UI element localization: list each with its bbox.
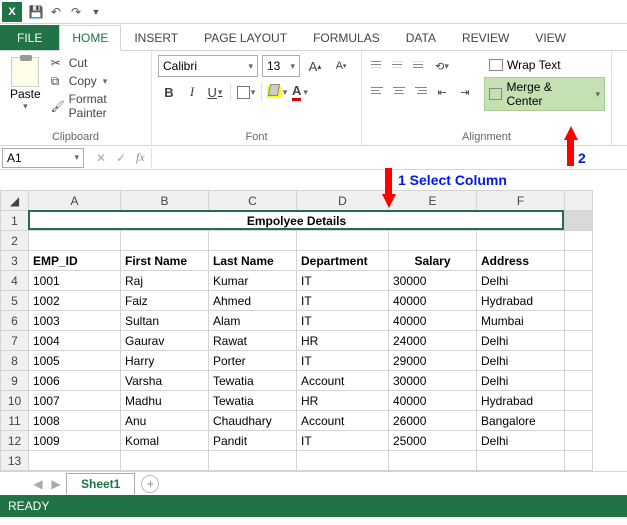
fill-color-icon	[267, 86, 281, 98]
table-row[interactable]: 1 Empolyee Details	[1, 211, 593, 231]
wrap-text-button[interactable]: Wrap Text	[484, 55, 605, 75]
table-row[interactable]: 81005HarryPorterIT29000Delhi	[1, 351, 593, 371]
row-header[interactable]: 7	[1, 331, 29, 351]
undo-icon[interactable]: ↶	[46, 2, 66, 22]
row-header[interactable]: 5	[1, 291, 29, 311]
merge-center-button[interactable]: Merge & Center▾	[484, 77, 605, 111]
tab-home[interactable]: HOME	[59, 25, 121, 51]
paste-icon	[11, 57, 39, 87]
group-label-font: Font	[158, 129, 355, 143]
sheet-tab[interactable]: Sheet1	[66, 473, 135, 494]
row-header[interactable]: 4	[1, 271, 29, 291]
row-header[interactable]: 10	[1, 391, 29, 411]
table-row[interactable]: 2	[1, 231, 593, 251]
table-row[interactable]: 71004GauravRawatHR24000Delhi	[1, 331, 593, 351]
underline-button[interactable]: U▾	[204, 81, 226, 103]
border-icon	[237, 86, 250, 99]
qat-customize-icon[interactable]: ▼	[86, 2, 106, 22]
font-color-icon: A	[292, 83, 301, 101]
redo-icon[interactable]: ↷	[66, 2, 86, 22]
format-painter-icon	[51, 99, 65, 113]
table-row[interactable]: 13	[1, 451, 593, 471]
orientation-button[interactable]: ⟲▾	[431, 55, 453, 77]
enter-icon[interactable]: ✓	[112, 149, 130, 167]
cancel-icon[interactable]: ✕	[92, 149, 110, 167]
status-text: READY	[8, 499, 49, 513]
tab-data[interactable]: DATA	[393, 25, 449, 50]
table-row[interactable]: 121009KomalPanditIT25000Delhi	[1, 431, 593, 451]
row-header[interactable]: 9	[1, 371, 29, 391]
border-button[interactable]: ▾	[235, 81, 257, 103]
row-header[interactable]: 3	[1, 251, 29, 271]
italic-button[interactable]: I	[181, 81, 203, 103]
col-header-extra[interactable]	[565, 191, 593, 211]
font-size-combo[interactable]: 13▾	[262, 55, 300, 77]
col-header-B[interactable]: B	[121, 191, 209, 211]
merged-title-cell[interactable]: Empolyee Details	[29, 211, 565, 231]
align-middle-button[interactable]	[389, 55, 409, 73]
fill-color-button[interactable]: ▾	[266, 81, 288, 103]
fx-icon[interactable]: fx	[136, 150, 145, 165]
align-right-button[interactable]	[410, 81, 430, 99]
col-header-E[interactable]: E	[389, 191, 477, 211]
col-header-F[interactable]: F	[477, 191, 565, 211]
table-row[interactable]: 91006VarshaTewatiaAccount30000Delhi	[1, 371, 593, 391]
cut-icon	[51, 56, 65, 70]
tab-view[interactable]: VIEW	[522, 25, 579, 50]
copy-button[interactable]: Copy▾	[49, 73, 145, 89]
row-header[interactable]: 13	[1, 451, 29, 471]
col-header-C[interactable]: C	[209, 191, 297, 211]
sheet-nav-prev[interactable]: ◀	[30, 476, 46, 492]
row-header[interactable]: 8	[1, 351, 29, 371]
decrease-indent-button[interactable]: ⇤	[431, 81, 453, 103]
merge-center-icon	[489, 88, 502, 100]
font-name-combo[interactable]: Calibri▾	[158, 55, 258, 77]
col-header-A[interactable]: A	[29, 191, 121, 211]
increase-font-button[interactable]: A▴	[304, 55, 326, 77]
group-label-clipboard: Clipboard	[6, 129, 145, 143]
excel-icon: X	[2, 2, 22, 22]
align-bottom-button[interactable]	[410, 55, 430, 73]
row-header[interactable]: 11	[1, 411, 29, 431]
group-label-alignment: Alignment	[368, 129, 605, 143]
formula-bar[interactable]	[151, 148, 627, 168]
table-row[interactable]: 51002FaizAhmedIT40000Hydrabad	[1, 291, 593, 311]
format-painter-button[interactable]: Format Painter	[49, 91, 145, 121]
tab-page-layout[interactable]: PAGE LAYOUT	[191, 25, 300, 50]
table-row[interactable]: 61003SultanAlamIT40000Mumbai	[1, 311, 593, 331]
cut-button[interactable]: Cut	[49, 55, 145, 71]
table-row[interactable]: 3 EMP_IDFirst NameLast NameDepartmentSal…	[1, 251, 593, 271]
table-row[interactable]: 111008AnuChaudharyAccount26000Bangalore	[1, 411, 593, 431]
bold-button[interactable]: B	[158, 81, 180, 103]
font-color-button[interactable]: A▾	[289, 81, 311, 103]
copy-icon	[51, 74, 65, 88]
paste-label: Paste	[10, 87, 41, 101]
row-header[interactable]: 2	[1, 231, 29, 251]
name-box[interactable]: A1▾	[2, 148, 84, 168]
increase-indent-button[interactable]: ⇥	[454, 81, 476, 103]
tab-review[interactable]: REVIEW	[449, 25, 522, 50]
align-top-button[interactable]	[368, 55, 388, 73]
col-header-D[interactable]: D	[297, 191, 389, 211]
sheet-nav-next[interactable]: ▶	[48, 476, 64, 492]
row-header[interactable]: 1	[1, 211, 29, 231]
tab-formulas[interactable]: FORMULAS	[300, 25, 393, 50]
row-header[interactable]: 12	[1, 431, 29, 451]
save-icon[interactable]: 💾	[26, 2, 46, 22]
align-center-button[interactable]	[389, 81, 409, 99]
paste-button[interactable]: Paste ▾	[6, 55, 45, 121]
annotation-select-column: 1 Select Column	[398, 172, 507, 188]
decrease-font-button[interactable]: A▾	[330, 55, 352, 77]
table-row[interactable]: 101007MadhuTewatiaHR40000Hydrabad	[1, 391, 593, 411]
tab-file[interactable]: FILE	[0, 25, 59, 50]
select-all-corner[interactable]: ◢	[1, 191, 29, 211]
row-header[interactable]: 6	[1, 311, 29, 331]
align-left-button[interactable]	[368, 81, 388, 99]
tab-insert[interactable]: INSERT	[121, 25, 191, 50]
add-sheet-button[interactable]: +	[141, 475, 159, 493]
wrap-text-icon	[489, 59, 503, 71]
table-row[interactable]: 41001RajKumarIT30000Delhi	[1, 271, 593, 291]
spreadsheet-grid[interactable]: ◢ A B C D E F 1 Empolyee Details 2 3 EMP…	[0, 190, 593, 471]
